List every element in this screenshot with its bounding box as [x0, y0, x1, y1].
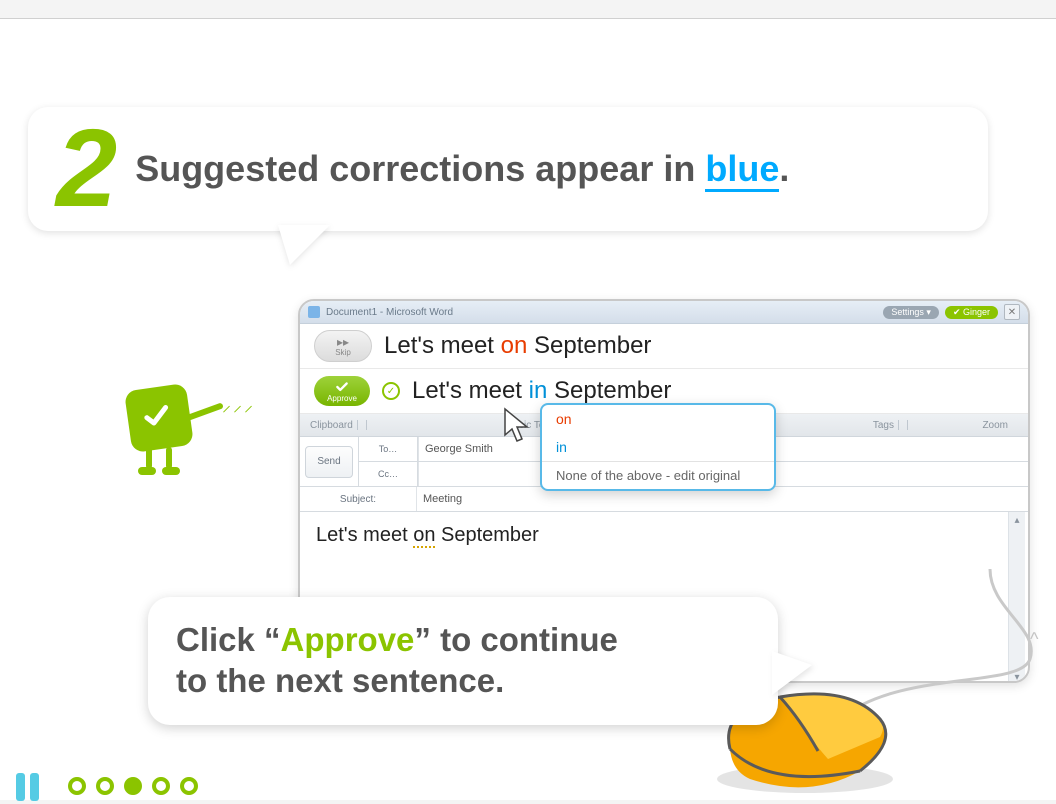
bubble1-suffix: .: [779, 148, 789, 189]
page-dot-2[interactable]: [96, 777, 114, 795]
mascot-icon: ⸝⸝⸝: [128, 387, 190, 449]
corr-post: September: [547, 377, 671, 404]
mascot-leg: [146, 447, 152, 469]
ribbon-handle-icon: [357, 420, 367, 430]
suggestion-option-in[interactable]: in: [542, 433, 774, 461]
orig-pre: Let's meet: [384, 332, 501, 359]
to-cc-buttons: To… Cc…: [359, 437, 418, 486]
bubble2-text: Click “Approve” to continue to the next …: [176, 619, 750, 702]
app-icon: [308, 306, 320, 318]
pagination-dots: [68, 777, 198, 795]
b2-mid: ” to continue: [414, 621, 617, 658]
body-post: September: [435, 524, 538, 546]
ginger-button[interactable]: ✔ Ginger: [945, 306, 998, 319]
instruction-bubble-1: 2 Suggested corrections appear in blue.: [28, 107, 988, 231]
checkmark-icon: [140, 399, 174, 433]
instruction-bubble-2: Click “Approve” to continue to the next …: [148, 597, 778, 725]
step-number: 2: [56, 114, 117, 224]
bubble1-highlight: blue: [705, 148, 779, 192]
bubble1-tail: [278, 225, 330, 265]
ribbon-zoom: Zoom: [982, 420, 1008, 431]
mascot-hand: ⸝⸝⸝: [222, 393, 255, 417]
mascot-foot: [162, 467, 180, 475]
body-pre: Let's meet: [316, 524, 413, 546]
window-title: Document1 - Microsoft Word: [326, 307, 453, 318]
close-button[interactable]: ✕: [1004, 304, 1020, 320]
original-row: ▸▸ Skip Let's meet on September: [300, 324, 1028, 369]
scroll-up-icon[interactable]: ▴: [1014, 515, 1019, 526]
close-icon: ✕: [1008, 307, 1016, 318]
page-dot-1[interactable]: [68, 777, 86, 795]
orig-post: September: [527, 332, 651, 359]
corr-fix: in: [529, 377, 548, 404]
send-button[interactable]: Send: [305, 446, 353, 478]
settings-button[interactable]: Settings ▾: [883, 306, 939, 319]
stage: 2 Suggested corrections appear in blue. …: [0, 18, 1056, 800]
titlebar-right: Settings ▾ ✔ Ginger ✕: [883, 304, 1020, 320]
pause-bar-icon: [16, 773, 25, 801]
bubble1-prefix: Suggested corrections appear in: [135, 148, 705, 189]
page-dot-3[interactable]: [124, 777, 142, 795]
original-sentence: Let's meet on September: [384, 332, 651, 360]
correction-panel: ▸▸ Skip Let's meet on September Approve …: [300, 324, 1028, 414]
pause-bar-icon: [30, 773, 39, 801]
mascot-arm: [184, 402, 224, 421]
skip-label: Skip: [335, 348, 351, 357]
skip-icon: ▸▸: [337, 336, 349, 348]
mascot-leg: [166, 447, 172, 469]
suggestion-option-none[interactable]: None of the above - edit original: [542, 461, 774, 489]
orig-error: on: [501, 332, 528, 359]
window-titlebar: Document1 - Microsoft Word Settings ▾ ✔ …: [300, 301, 1028, 324]
titlebar-left: Document1 - Microsoft Word: [308, 306, 453, 318]
approve-check-icon: [335, 380, 349, 394]
row-tick-icon: ✓: [382, 382, 400, 400]
approve-button[interactable]: Approve: [314, 376, 370, 406]
mouse-pointer-icon: [502, 407, 538, 452]
ribbon-handle-icon: [898, 420, 908, 430]
page-dot-4[interactable]: [152, 777, 170, 795]
page-dot-5[interactable]: [180, 777, 198, 795]
corrected-sentence: Let's meet in September: [412, 377, 671, 405]
mascot-foot: [138, 467, 156, 475]
ribbon-tags: Tags: [873, 420, 908, 431]
b2-approve: Approve: [281, 621, 415, 658]
approve-label: Approve: [327, 394, 357, 403]
subject-label: Subject:: [300, 494, 416, 505]
corr-pre: Let's meet: [412, 377, 529, 404]
body-marked-word[interactable]: on: [413, 524, 435, 548]
mascot-body: [124, 383, 194, 453]
b2-prefix: Click “: [176, 621, 281, 658]
pause-button[interactable]: [16, 773, 39, 801]
bubble2-tail: [772, 651, 812, 695]
to-button[interactable]: To…: [359, 437, 417, 462]
cc-button[interactable]: Cc…: [359, 462, 417, 486]
send-column: Send: [300, 437, 359, 486]
suggestion-popup: on in None of the above - edit original: [540, 403, 776, 491]
b2-line2: to the next sentence.: [176, 662, 504, 699]
ribbon-clipboard: Clipboard: [310, 420, 367, 431]
bubble1-text: Suggested corrections appear in blue.: [135, 148, 789, 190]
suggestion-option-on[interactable]: on: [542, 405, 774, 433]
skip-button[interactable]: ▸▸ Skip: [314, 330, 372, 362]
